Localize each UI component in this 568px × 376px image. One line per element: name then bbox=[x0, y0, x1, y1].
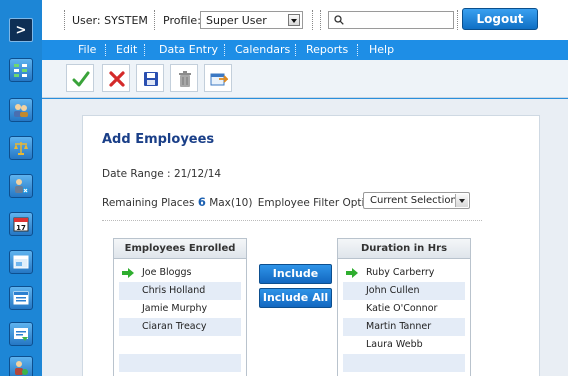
section-divider bbox=[102, 220, 482, 221]
list-item[interactable]: Jamie Murphy bbox=[119, 300, 241, 318]
max-places-label: Max(10) bbox=[209, 197, 253, 209]
toolbar bbox=[42, 60, 568, 98]
confirm-icon bbox=[72, 71, 90, 87]
list-item[interactable]: John Cullen bbox=[343, 282, 465, 300]
menu-file[interactable]: File bbox=[78, 43, 96, 56]
remaining-places-label: Remaining Places bbox=[102, 197, 195, 209]
header-bar: User: SYSTEM Profile: Super User Logout bbox=[42, 0, 568, 40]
menu-divider bbox=[357, 44, 358, 56]
menu-help[interactable]: Help bbox=[369, 43, 394, 56]
list-item-empty bbox=[343, 354, 465, 372]
enrolled-list-header: Employees Enrolled bbox=[114, 239, 246, 259]
trash-button[interactable] bbox=[170, 64, 198, 92]
search-icon bbox=[334, 15, 344, 25]
list-item-label: Ciaran Treacy bbox=[142, 321, 207, 332]
menu-divider bbox=[144, 44, 145, 56]
list-item-empty bbox=[119, 354, 241, 372]
current-user-label: User: SYSTEM bbox=[72, 14, 148, 27]
date-range: Date Range : 21/12/14 bbox=[102, 168, 221, 180]
arrow-right-icon bbox=[122, 268, 134, 278]
menu-bar: File Edit Data Entry Calendars Reports H… bbox=[42, 40, 568, 60]
menu-divider bbox=[105, 44, 106, 56]
list-item[interactable]: Ciaran Treacy bbox=[119, 318, 241, 336]
confirm-button[interactable] bbox=[66, 64, 94, 92]
available-list[interactable]: Duration in Hrs Ruby Carberry John Culle… bbox=[337, 238, 471, 376]
enrolled-list[interactable]: Employees Enrolled Joe Bloggs Chris Holl… bbox=[113, 238, 247, 376]
include-button[interactable]: Include bbox=[259, 264, 332, 284]
content-area: Add Employees Date Range : 21/12/14 Rema… bbox=[42, 99, 568, 376]
delete-button[interactable] bbox=[102, 64, 130, 92]
org-chart-icon[interactable] bbox=[9, 58, 33, 82]
list-item[interactable]: Katie O'Connor bbox=[343, 300, 465, 318]
trash-icon bbox=[179, 71, 191, 87]
list-item-label: John Cullen bbox=[366, 285, 420, 296]
remove-user-icon[interactable] bbox=[9, 174, 33, 198]
menu-reports[interactable]: Reports bbox=[306, 43, 348, 56]
transfer-icon bbox=[210, 73, 228, 86]
remaining-places-count: 6 bbox=[197, 195, 206, 209]
list-item[interactable]: Martin Tanner bbox=[343, 318, 465, 336]
list-item-empty bbox=[119, 336, 241, 354]
user-settings-icon[interactable] bbox=[9, 356, 33, 376]
delete-icon bbox=[109, 71, 125, 87]
employee-filter-select[interactable]: Current Selection bbox=[363, 192, 470, 209]
employee-filter-value: Current Selection bbox=[370, 195, 457, 206]
list-window-icon[interactable] bbox=[9, 286, 33, 310]
date-range-label: Date Range : bbox=[102, 168, 171, 180]
profile-label: Profile: bbox=[163, 14, 201, 27]
menu-divider bbox=[224, 44, 225, 56]
list-item-label: Laura Webb bbox=[366, 339, 423, 350]
menu-divider bbox=[295, 44, 296, 56]
header-divider bbox=[320, 10, 321, 30]
list-item[interactable]: Joe Bloggs bbox=[119, 264, 241, 282]
menu-edit[interactable]: Edit bbox=[116, 43, 137, 56]
scales-icon[interactable] bbox=[9, 136, 33, 160]
save-icon bbox=[144, 72, 158, 86]
list-item-label: Jamie Murphy bbox=[142, 303, 208, 314]
list-item-label: Katie O'Connor bbox=[366, 303, 438, 314]
list-item-label: Martin Tanner bbox=[366, 321, 432, 332]
header-divider bbox=[457, 10, 458, 30]
menu-calendars[interactable]: Calendars bbox=[235, 43, 290, 56]
profile-select[interactable]: Super User bbox=[200, 11, 303, 29]
date-range-value: 21/12/14 bbox=[173, 168, 222, 180]
list-item[interactable]: Laura Webb bbox=[343, 336, 465, 354]
add-employees-panel: Add Employees Date Range : 21/12/14 Rema… bbox=[82, 115, 540, 376]
report-icon[interactable] bbox=[9, 322, 33, 346]
header-divider bbox=[312, 10, 313, 30]
sidebar-toggle-button[interactable]: > bbox=[9, 18, 33, 42]
header-divider bbox=[154, 10, 155, 30]
include-all-button[interactable]: Include All bbox=[259, 288, 332, 308]
users-icon[interactable] bbox=[9, 98, 33, 122]
page-title: Add Employees bbox=[102, 132, 215, 147]
window-icon[interactable] bbox=[9, 250, 33, 274]
save-button[interactable] bbox=[136, 64, 164, 92]
sidebar: > 17 bbox=[0, 0, 42, 376]
list-item-label: Ruby Carberry bbox=[366, 267, 435, 278]
remaining-places: Remaining Places 6 Max(10) Employee Filt… bbox=[102, 195, 383, 209]
transfer-button[interactable] bbox=[204, 64, 232, 92]
available-list-header: Duration in Hrs bbox=[338, 239, 470, 259]
profile-select-value: Super User bbox=[206, 14, 267, 27]
header-divider bbox=[64, 10, 65, 30]
menu-data-entry[interactable]: Data Entry bbox=[159, 43, 218, 56]
calendar-icon[interactable]: 17 bbox=[9, 212, 33, 236]
search-input[interactable] bbox=[328, 11, 454, 29]
chevron-down-icon[interactable] bbox=[455, 194, 468, 207]
list-item-label: Chris Holland bbox=[142, 285, 206, 296]
list-item[interactable]: Chris Holland bbox=[119, 282, 241, 300]
logout-button[interactable]: Logout bbox=[462, 8, 538, 30]
list-item-label: Joe Bloggs bbox=[142, 267, 192, 278]
arrow-right-icon bbox=[346, 268, 358, 278]
list-item[interactable]: Ruby Carberry bbox=[343, 264, 465, 282]
svg-text:17: 17 bbox=[16, 224, 26, 232]
chevron-down-icon[interactable] bbox=[288, 14, 300, 26]
